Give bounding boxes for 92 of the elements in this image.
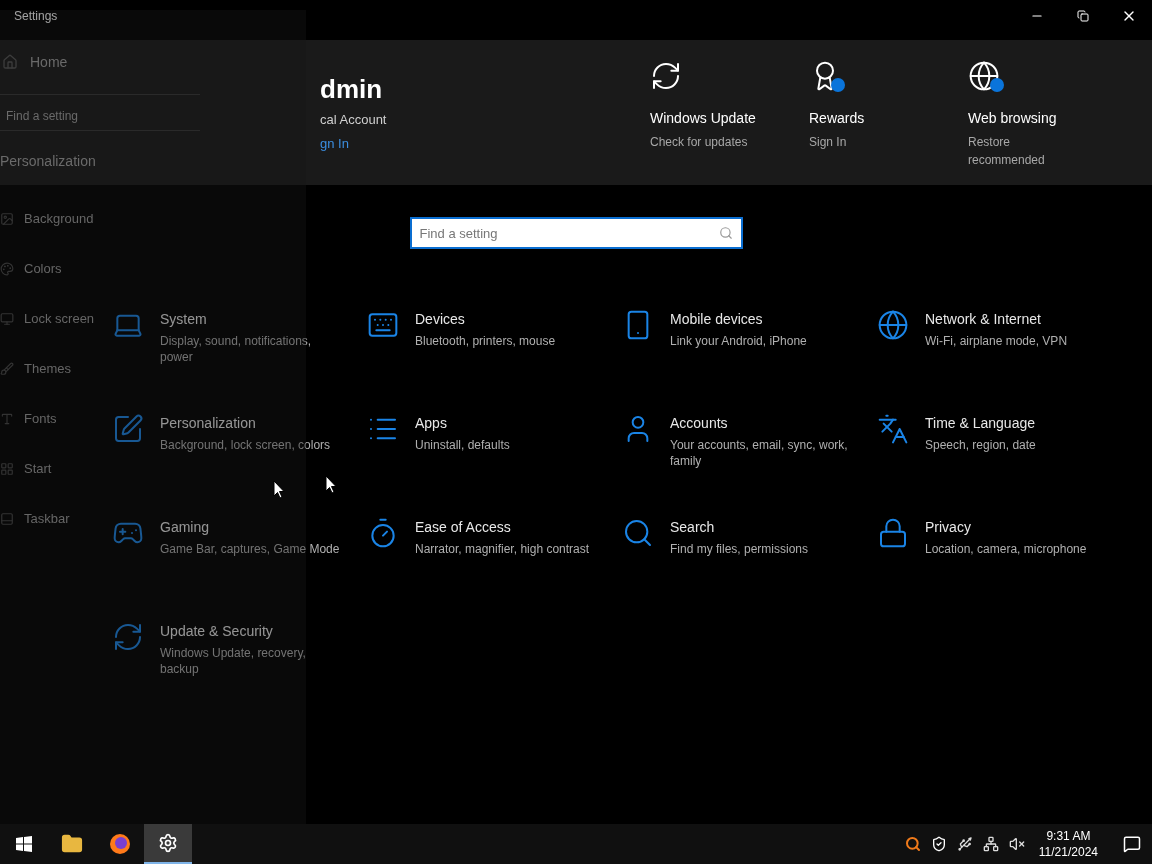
taskbar-app[interactable]: [144, 824, 192, 864]
category-tile[interactable]: Time & Language Speech, region, date: [877, 413, 1132, 469]
nav-item-icon: [0, 512, 14, 526]
header-item-subtitle: Restore recommended: [968, 134, 1046, 169]
category-tile[interactable]: Update & Security Windows Update, recovery, backup: [112, 621, 367, 677]
header-item-title: Web browsing: [968, 109, 1058, 128]
category-title: Accounts: [670, 414, 729, 433]
category-icon: [112, 413, 144, 445]
mouse-pointer-icon: [325, 475, 337, 494]
category-subtitle: Uninstall, defaults: [415, 437, 511, 453]
header-item-subtitle: Sign In: [809, 134, 848, 151]
category-subtitle: Background, lock screen, colors: [160, 437, 332, 453]
category-tile[interactable]: Apps Uninstall, defaults: [367, 413, 622, 469]
category-title: Search: [670, 518, 716, 537]
clock-time: 9:31 AM: [1046, 828, 1091, 844]
category-tile[interactable]: Gaming Game Bar, captures, Game Mode: [112, 517, 367, 573]
category-tile[interactable]: Devices Bluetooth, printers, mouse: [367, 309, 622, 365]
nav-item-icon: [0, 212, 14, 226]
category-subtitle: Location, camera, microphone: [925, 541, 1088, 557]
category-tile[interactable]: Privacy Location, camera, microphone: [877, 517, 1132, 573]
search-field[interactable]: Find a setting: [409, 217, 743, 249]
category-subtitle: Find my files, permissions: [670, 541, 810, 557]
sign-in-link[interactable]: gn In: [320, 133, 650, 153]
category-subtitle: Windows Update, recovery, backup: [160, 645, 307, 677]
usb-icon[interactable]: [956, 836, 973, 852]
volume-muted-icon[interactable]: [1008, 836, 1025, 852]
category-tile[interactable]: Personalization Background, lock screen, colors: [112, 413, 367, 469]
category-subtitle: Speech, region, date: [925, 437, 1037, 453]
restore-icon: [1077, 10, 1089, 22]
header-item-title: Rewards: [809, 109, 866, 128]
category-tile[interactable]: System Display, sound, notifications, power: [112, 309, 367, 365]
mouse-pointer-icon: [273, 480, 285, 499]
category-tile[interactable]: Accounts Your accounts, email, sync, work, family: [622, 413, 877, 469]
category-icon: [112, 621, 144, 653]
header-item-subtitle: Check for updates: [650, 134, 749, 151]
category-subtitle: Game Bar, captures, Game Mode: [160, 541, 340, 557]
window-title: Settings: [14, 8, 58, 25]
category-tile[interactable]: Ease of Access Narrator, magnifier, high contrast: [367, 517, 622, 573]
category-subtitle: Display, sound, notifications, power: [160, 333, 313, 365]
home-icon: [2, 54, 18, 70]
nav-item-icon: [0, 462, 14, 476]
speech-bubble-icon: [1123, 835, 1141, 853]
category-title: Network & Internet: [925, 310, 1042, 329]
network-icon[interactable]: [982, 836, 999, 852]
nav-item[interactable]: Start: [24, 459, 52, 479]
category-title: Gaming: [160, 518, 211, 537]
category-tile[interactable]: Search Find my files, permissions: [622, 517, 877, 573]
category-icon: [877, 309, 909, 341]
nav-item[interactable]: Lock screen: [24, 309, 95, 329]
overlay-search-placeholder: Find a setting: [6, 107, 79, 125]
header-item-title: Windows Update: [650, 109, 757, 128]
overlay-section-heading: Personalization: [0, 152, 97, 171]
category-subtitle: Your accounts, email, sync, work, family: [670, 437, 849, 469]
clock[interactable]: 9:31 AM 11/21/2024: [1034, 828, 1102, 860]
category-title: Update & Security: [160, 622, 274, 641]
category-icon: [622, 517, 654, 549]
search-icon: [718, 226, 733, 240]
magnifier-icon[interactable]: [904, 836, 921, 852]
nav-item[interactable]: Colors: [24, 259, 62, 279]
gear-icon: [158, 833, 178, 853]
nav-item-icon: [0, 262, 14, 276]
category-subtitle: Link your Android, iPhone: [670, 333, 808, 349]
category-title: Ease of Access: [415, 518, 512, 537]
nav-item-icon: [0, 362, 14, 376]
category-icon: [877, 413, 909, 445]
folder-icon: [61, 833, 83, 855]
account-type: cal Account: [320, 111, 388, 129]
nav-item-icon: [0, 412, 14, 426]
category-title: Devices: [415, 310, 466, 329]
clock-date: 11/21/2024: [1038, 844, 1098, 860]
category-title: Time & Language: [925, 414, 1036, 433]
nav-item[interactable]: Fonts: [24, 409, 57, 429]
windows-logo-icon: [16, 836, 32, 852]
globe-icon: [968, 60, 1000, 92]
nav-item-icon: [0, 312, 14, 326]
nav-item[interactable]: Themes: [24, 359, 71, 379]
category-title: Personalization: [160, 414, 257, 433]
nav-item[interactable]: Background: [24, 209, 94, 229]
nav-item[interactable]: Taskbar: [24, 509, 70, 529]
update-icon: [650, 60, 682, 92]
category-title: System: [160, 310, 208, 329]
category-title: Mobile devices: [670, 310, 764, 329]
category-icon: [877, 517, 909, 549]
category-subtitle: Narrator, magnifier, high contrast: [415, 541, 591, 557]
category-subtitle: Wi-Fi, airplane mode, VPN: [925, 333, 1069, 349]
category-title: Privacy: [925, 518, 972, 537]
category-title: Apps: [415, 414, 448, 433]
shield-icon[interactable]: [930, 836, 947, 852]
category-tile[interactable]: Mobile devices Link your Android, iPhone: [622, 309, 877, 365]
account-name: dmin: [320, 74, 384, 104]
category-tile[interactable]: Network & Internet Wi-Fi, airplane mode, VPN: [877, 309, 1132, 365]
category-subtitle: Bluetooth, printers, mouse: [415, 333, 557, 349]
